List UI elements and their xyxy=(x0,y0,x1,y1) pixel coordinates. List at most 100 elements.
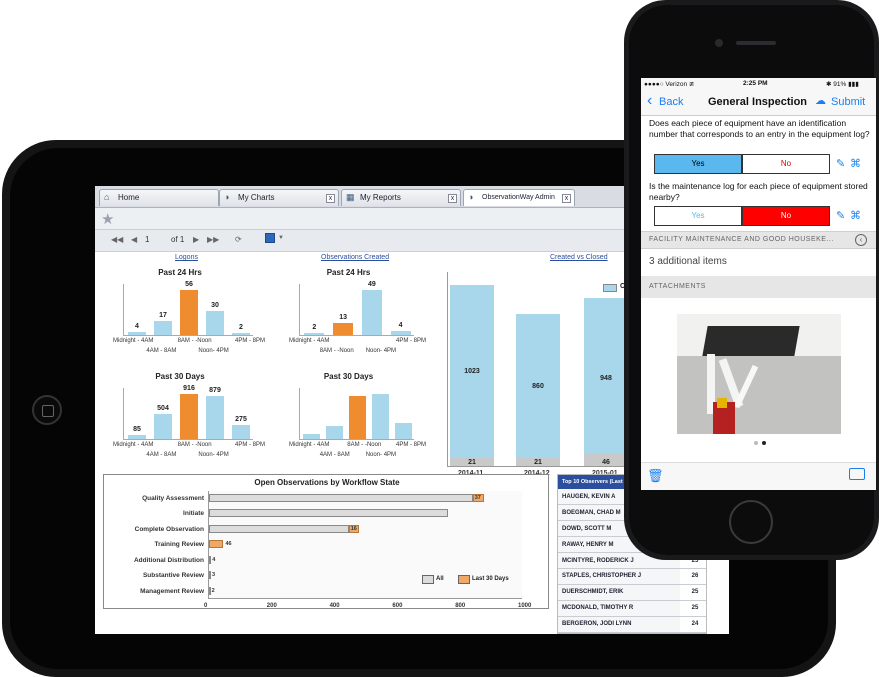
collapse-icon[interactable]: ‹ xyxy=(855,234,867,246)
page-title: General Inspection xyxy=(708,96,808,108)
mini-chart: Past 24 Hrs 4 17 56 30 2 Midnight - 4AM 8AM - -… xyxy=(95,266,265,366)
table-row[interactable]: STAPLES, CHRISTOPHER J 26 xyxy=(558,568,706,585)
phone-screen: ●●●●○ Verizon ≇ 2:25 PM ✱ 91% ▮▮▮ ‹ Back… xyxy=(641,78,876,490)
chevron-left-icon[interactable]: ‹ xyxy=(647,93,652,109)
created-vs-closed-link[interactable]: Created vs Closed xyxy=(550,254,608,261)
edit-note-icon[interactable]: ✎ xyxy=(836,209,845,222)
created-vs-closed-chart: C 1023212014-11860212014-12948462015-01 xyxy=(447,272,629,477)
tab-my-charts[interactable]: ◑ My Charts x xyxy=(219,189,339,206)
observer-count: 25 xyxy=(680,600,706,617)
table-row[interactable]: BERGERON, JODI LYNN 24 xyxy=(558,616,706,633)
last-page-icon[interactable]: ▶▶ xyxy=(207,235,219,244)
chevron-down-icon[interactable]: ▼ xyxy=(278,235,284,241)
tab-label: My Reports xyxy=(360,193,401,202)
submit-button[interactable]: Submit xyxy=(831,96,865,108)
observer-name: BERGERON, JODI LYNN xyxy=(558,616,680,633)
bar-value-label: 56 xyxy=(185,280,193,288)
x-tick-label: 8AM - -Noon xyxy=(347,442,382,448)
all-bar xyxy=(209,555,211,564)
page-dot[interactable] xyxy=(754,441,758,445)
row-label: Complete Observation xyxy=(134,525,204,533)
q1-no-button[interactable]: No xyxy=(742,154,830,174)
star-icon[interactable]: ★ xyxy=(101,210,114,228)
x-tick-label: Noon- 4PM xyxy=(365,452,397,458)
q2-no-button[interactable]: No xyxy=(742,206,830,226)
mini-chart-plot xyxy=(299,388,414,440)
camera-icon[interactable] xyxy=(849,468,865,480)
tab-label: ObservationWay Admin xyxy=(482,194,555,201)
chart-bar xyxy=(231,333,251,335)
x-tick-label: 8AM - -Noon xyxy=(177,442,212,448)
chart-bar xyxy=(205,395,225,439)
chart-icon: ◑ xyxy=(468,192,474,202)
cloud-upload-icon: ☁ xyxy=(815,95,826,107)
first-page-icon[interactable]: ◀◀ xyxy=(111,235,123,244)
row-label: Initiate xyxy=(183,510,204,518)
attachment-photo[interactable] xyxy=(677,314,841,434)
trash-icon[interactable]: 🗑 xyxy=(647,468,664,484)
created-value-label: 948 xyxy=(600,374,612,382)
bar-value-label: 4 xyxy=(398,322,403,330)
closed-value-label: 21 xyxy=(534,459,542,466)
bar-value-label: 4 xyxy=(212,556,216,563)
bottom-toolbar: 🗑 xyxy=(641,462,876,490)
q1-yes-button[interactable]: Yes xyxy=(654,154,742,174)
section-title: FACILITY MAINTENANCE AND GOOD HOUSEKE... xyxy=(649,236,834,243)
chart-bar xyxy=(326,426,343,439)
bar-value-label: 2 xyxy=(312,324,317,332)
tab-observationway-admin[interactable]: ◑ ObservationWay Admin x xyxy=(463,189,575,206)
observer-name: STAPLES, CHRISTOPHER J xyxy=(558,568,680,585)
legend-label: All xyxy=(436,576,444,582)
ceiling-opening xyxy=(702,326,800,356)
table-row[interactable]: MCDONALD, TIMOTHY R 25 xyxy=(558,600,706,617)
tab-my-reports[interactable]: ▦ My Reports x xyxy=(341,189,461,206)
x-tick-label: Midnight - 4AM xyxy=(113,338,154,344)
chart-bar xyxy=(303,433,320,439)
observations-created-link[interactable]: Observations Created xyxy=(321,254,389,261)
export-icon[interactable] xyxy=(265,233,275,243)
back-button[interactable]: Back xyxy=(659,96,683,108)
additional-items[interactable]: 3 additional items xyxy=(649,256,727,267)
bar-value-label: 3 xyxy=(211,572,215,579)
x-tick-label: Noon- 4PM xyxy=(365,348,397,354)
attachments-header: ATTACHMENTS xyxy=(641,276,876,298)
next-page-icon[interactable]: ▶ xyxy=(193,235,199,244)
close-tab-icon[interactable]: x xyxy=(326,194,335,203)
chart-bar xyxy=(127,434,147,439)
chart-bar xyxy=(361,289,382,335)
x-tick-label: 4PM - 8PM xyxy=(235,442,266,448)
q2-yes-button[interactable]: Yes xyxy=(654,206,742,226)
home-icon: ⌂ xyxy=(104,192,110,202)
refresh-icon[interactable]: ⟳ xyxy=(235,235,242,244)
table-row[interactable]: DUERSCHMIDT, ERIK 25 xyxy=(558,584,706,601)
x-tick-label: 1000 xyxy=(518,603,532,609)
tab-home[interactable]: ⌂ Home xyxy=(99,189,219,206)
x-tick-label: 4PM - 8PM xyxy=(396,338,427,344)
x-tick-label: 4PM - 8PM xyxy=(396,442,427,448)
all-bar xyxy=(209,494,473,502)
page-number[interactable]: 1 xyxy=(145,235,149,244)
mini-chart: Past 24 Hrs 2 13 49 4 Midnight - 4AM 4PM - 8PM… xyxy=(271,266,426,366)
prev-page-icon[interactable]: ◀ xyxy=(131,235,137,244)
tablet-home-button[interactable] xyxy=(32,395,62,425)
page-dot-active[interactable] xyxy=(762,441,766,445)
section-header[interactable]: FACILITY MAINTENANCE AND GOOD HOUSEKE...… xyxy=(641,231,876,249)
attachment-icon[interactable]: ⌘ xyxy=(850,209,861,222)
phone-home-button[interactable] xyxy=(729,500,773,544)
bar-value-label: 16 xyxy=(350,525,357,532)
close-tab-icon[interactable]: x xyxy=(562,194,571,203)
workflow-legend: All Last 30 Days xyxy=(422,573,514,587)
chart-bar xyxy=(127,331,147,335)
logons-link[interactable]: Logons xyxy=(175,254,198,261)
chart-bar xyxy=(231,425,251,439)
close-tab-icon[interactable]: x xyxy=(448,194,457,203)
edit-note-icon[interactable]: ✎ xyxy=(836,157,845,170)
chart-bar xyxy=(153,414,173,439)
row-label: Substantive Review xyxy=(142,572,204,580)
chart-icon: ◑ xyxy=(224,192,230,202)
bar-value-label: 85 xyxy=(133,425,141,433)
attachment-icon[interactable]: ⌘ xyxy=(850,157,861,170)
wall xyxy=(677,356,841,434)
front-camera xyxy=(715,39,723,47)
x-tick-label: 8AM - -Noon xyxy=(177,338,212,344)
